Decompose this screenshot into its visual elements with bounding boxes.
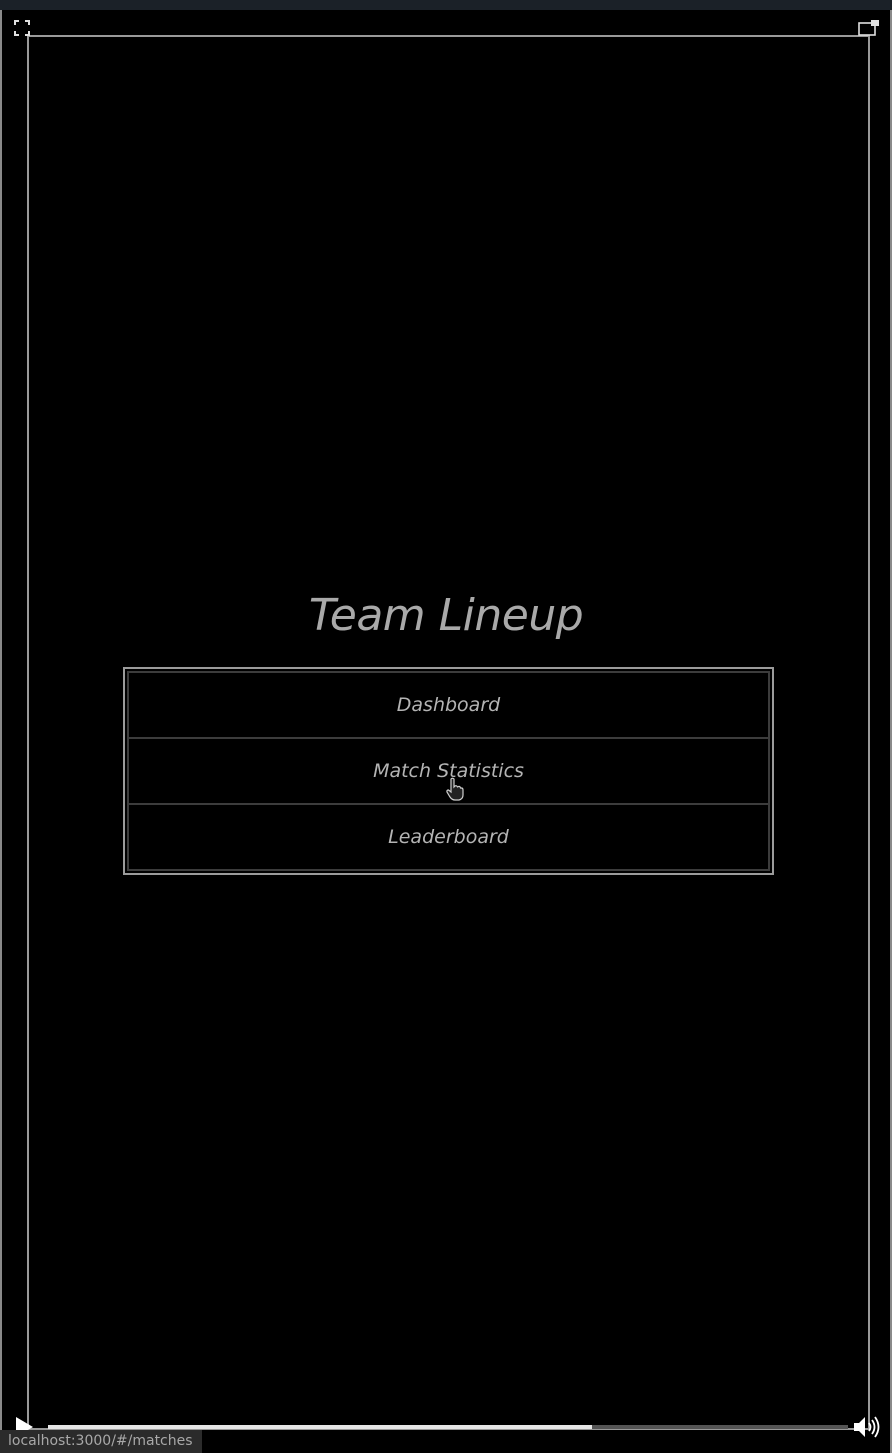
popout-icon[interactable] bbox=[858, 19, 880, 37]
menu-item-leaderboard[interactable]: Leaderboard bbox=[127, 805, 770, 871]
progress-fill bbox=[48, 1425, 592, 1429]
menu-item-dashboard[interactable]: Dashboard bbox=[127, 671, 770, 739]
window-top-bar bbox=[0, 0, 892, 10]
main-menu: Dashboard Match Statistics Leaderboard bbox=[123, 667, 774, 875]
volume-icon[interactable] bbox=[852, 1414, 884, 1440]
progress-bar[interactable] bbox=[48, 1425, 848, 1429]
hand-pointer-icon bbox=[446, 777, 464, 801]
fullscreen-icon[interactable] bbox=[14, 20, 30, 36]
page-title: Team Lineup bbox=[308, 590, 584, 641]
status-bar-url: localhost:3000/#/matches bbox=[0, 1430, 202, 1453]
